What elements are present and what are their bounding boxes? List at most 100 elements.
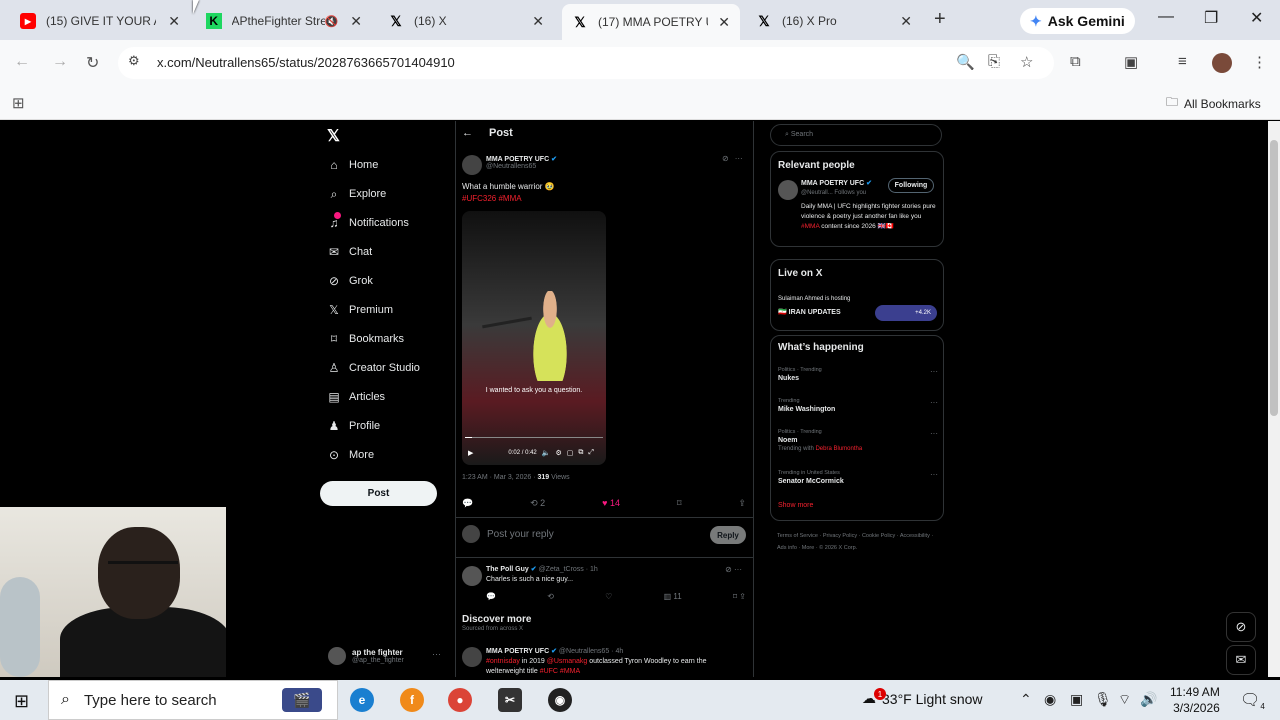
mention[interactable]: @Usmanakg (547, 658, 588, 665)
close-tab-icon[interactable]: ✕ (350, 13, 362, 30)
site-info-icon[interactable]: ⚙ (128, 53, 140, 69)
bookmark-star-icon[interactable]: ☆ (1020, 53, 1033, 71)
nav-explore[interactable]: ⌕ Explore (326, 184, 387, 204)
grok-icon[interactable]: ⊘ (722, 154, 729, 163)
play-icon[interactable]: ▶ (468, 449, 473, 457)
post-hashtags[interactable]: #UFC326 #MMA (462, 194, 522, 203)
nav-profile[interactable]: ♟ Profile (326, 416, 381, 436)
messages-float-icon[interactable]: ✉ (1226, 645, 1256, 675)
extensions-icon[interactable]: ⧉ (1070, 53, 1081, 70)
reply-input[interactable]: Post your reply (487, 529, 554, 540)
footer-links[interactable]: Terms of Service · Privacy Policy · Cook… (777, 530, 937, 554)
x-logo-icon[interactable]: 𝕏 (327, 126, 340, 146)
muted-icon[interactable]: 🔇 (325, 15, 339, 28)
trend-item[interactable]: Politics · Trending Nukes ··· (778, 367, 938, 382)
person-name[interactable]: MMA POETRY UFC (801, 180, 864, 187)
bookmark-share-icons[interactable]: ⌑ ⇪ (733, 592, 746, 601)
trend-sub-link[interactable]: Debra Blumontha (815, 446, 862, 452)
reply-icon[interactable]: 💬 (462, 498, 473, 509)
tab-x-pro[interactable]: 𝕏 (16) X Pro ✕ (746, 6, 922, 36)
menu-icon[interactable]: ⋮ (1252, 53, 1267, 71)
all-bookmarks-button[interactable]: 🗀 All Bookmarks (1166, 93, 1261, 114)
trend-item[interactable]: Politics · Trending Noem Trending with D… (778, 429, 938, 452)
nav-home[interactable]: ⌂ Home (326, 155, 378, 175)
url-text[interactable]: x.com/Neutrallens65/status/2028763665701… (157, 55, 455, 70)
tab-x[interactable]: 𝕏 (16) X ✕ (378, 6, 554, 36)
video-progress-bar[interactable] (465, 437, 603, 438)
close-tab-icon[interactable]: ✕ (532, 13, 544, 30)
close-tab-icon[interactable]: ✕ (718, 14, 730, 31)
forward-icon[interactable]: → (52, 53, 68, 71)
reply-button[interactable]: Reply (710, 526, 746, 544)
like-icon[interactable]: ♡ (605, 592, 612, 601)
views-icon[interactable]: ▥ 11 (664, 592, 682, 601)
close-tab-icon[interactable]: ✕ (900, 13, 912, 30)
profile-avatar[interactable] (1212, 53, 1232, 73)
show-more-link[interactable]: Show more (778, 502, 813, 509)
scrollbar-thumb[interactable] (1270, 140, 1278, 416)
nav-bookmarks[interactable]: ⌑ Bookmarks (326, 329, 404, 349)
volume-icon[interactable]: 🔊 (1140, 691, 1157, 708)
more-options-icon[interactable]: ··· (930, 429, 938, 438)
edge-icon[interactable]: e (350, 688, 374, 712)
more-options-icon[interactable]: ··· (930, 367, 938, 376)
grok-float-icon[interactable]: ⊘ (1226, 612, 1256, 642)
trend-item[interactable]: Trending Mike Washington ··· (778, 398, 938, 413)
more-options-icon[interactable]: ··· (930, 470, 938, 479)
hashtag[interactable]: #MMA (801, 223, 819, 230)
post-button[interactable]: Post (320, 481, 437, 506)
more-options-icon[interactable]: ··· (930, 398, 938, 407)
media-controls-icon[interactable]: ≡ (1178, 53, 1187, 70)
retweet-button[interactable]: ⟲ 2 (530, 498, 545, 509)
bookmark-icon[interactable]: ⌑ (677, 498, 682, 509)
trend-item[interactable]: Trending in United States Senator McCorm… (778, 470, 938, 485)
caption-icon[interactable]: ▢ (567, 449, 574, 457)
fullscreen-icon[interactable]: ⤢ (588, 449, 594, 457)
record-icon[interactable]: ◉ (1044, 691, 1056, 708)
share-icon[interactable]: ⇪ (738, 498, 746, 509)
nav-notifications[interactable]: ♫ Notifications (326, 212, 409, 233)
cast-icon[interactable]: ▣ (1124, 53, 1138, 71)
chrome-icon[interactable]: ● (448, 688, 472, 712)
search-input[interactable]: ⌕ Search (770, 124, 942, 146)
more-options-icon[interactable]: ··· (735, 154, 743, 163)
tab-mma-poetry[interactable]: 𝕏 (17) MMA POETRY U ✕ (562, 4, 740, 40)
microphone-icon[interactable]: 🎙 (1094, 691, 1112, 708)
close-window-icon[interactable]: ✕ (1250, 8, 1263, 28)
live-event[interactable]: 🇮🇷 IRAN UPDATES (778, 308, 841, 316)
zoom-icon[interactable]: 🔍 (956, 53, 975, 71)
hashtag[interactable]: #ontnisday (486, 658, 520, 665)
retweet-icon[interactable]: ⟲ (547, 592, 554, 601)
nav-more[interactable]: ⊙ More (326, 445, 374, 465)
install-app-icon[interactable]: ⎘ (988, 53, 1000, 70)
show-hidden-icons[interactable]: ⌃ (1020, 691, 1032, 708)
nav-premium[interactable]: 𝕏 Premium (326, 300, 393, 320)
video-player[interactable]: I wanted to ask you a question. ▶ 0:02 /… (462, 211, 606, 465)
restore-icon[interactable]: ❐ (1204, 8, 1218, 28)
tab-youtube[interactable]: ▶ (15) GIVE IT YOUR AL ✕ (10, 6, 190, 36)
settings-icon[interactable]: ⚙ (555, 449, 561, 457)
apps-grid-icon[interactable]: ⊞ (12, 94, 25, 112)
search-highlight-icon[interactable]: 🎬 (282, 688, 322, 712)
volume-icon[interactable]: 🔈 (542, 449, 551, 457)
more-options-icon[interactable]: ··· (432, 649, 441, 659)
tray-app-icon[interactable]: ▣ (1070, 691, 1083, 708)
ask-gemini-button[interactable]: ✦ Ask Gemini (1020, 8, 1135, 34)
account-switcher[interactable]: ap the fighter @ap_the_fighter ··· (328, 647, 441, 665)
nav-grok[interactable]: ⊘ Grok (326, 271, 373, 291)
like-button[interactable]: ♥ 14 (602, 498, 620, 509)
tab-kick[interactable]: K APtheFighter Stre 🔇 ✕ (196, 6, 372, 36)
back-icon[interactable]: ← (14, 53, 30, 71)
nav-articles[interactable]: ▤ Articles (326, 387, 385, 407)
fl-studio-icon[interactable]: f (400, 688, 424, 712)
new-tab-button[interactable]: + (934, 8, 946, 31)
capcut-icon[interactable]: ✂ (498, 688, 522, 712)
close-tab-icon[interactable]: ✕ (168, 13, 180, 30)
more-options-icon[interactable]: ⊘ ··· (725, 565, 742, 574)
hashtag[interactable]: #UFC #MMA (540, 668, 580, 675)
obs-icon[interactable]: ◉ (548, 688, 572, 712)
wifi-icon[interactable]: ⌔ (1118, 691, 1131, 709)
reload-icon[interactable]: ↻ (86, 53, 99, 73)
following-button[interactable]: Following (888, 178, 934, 193)
post-author[interactable]: MMA POETRY UFC ✔ @Neutrallens65 (462, 155, 557, 175)
